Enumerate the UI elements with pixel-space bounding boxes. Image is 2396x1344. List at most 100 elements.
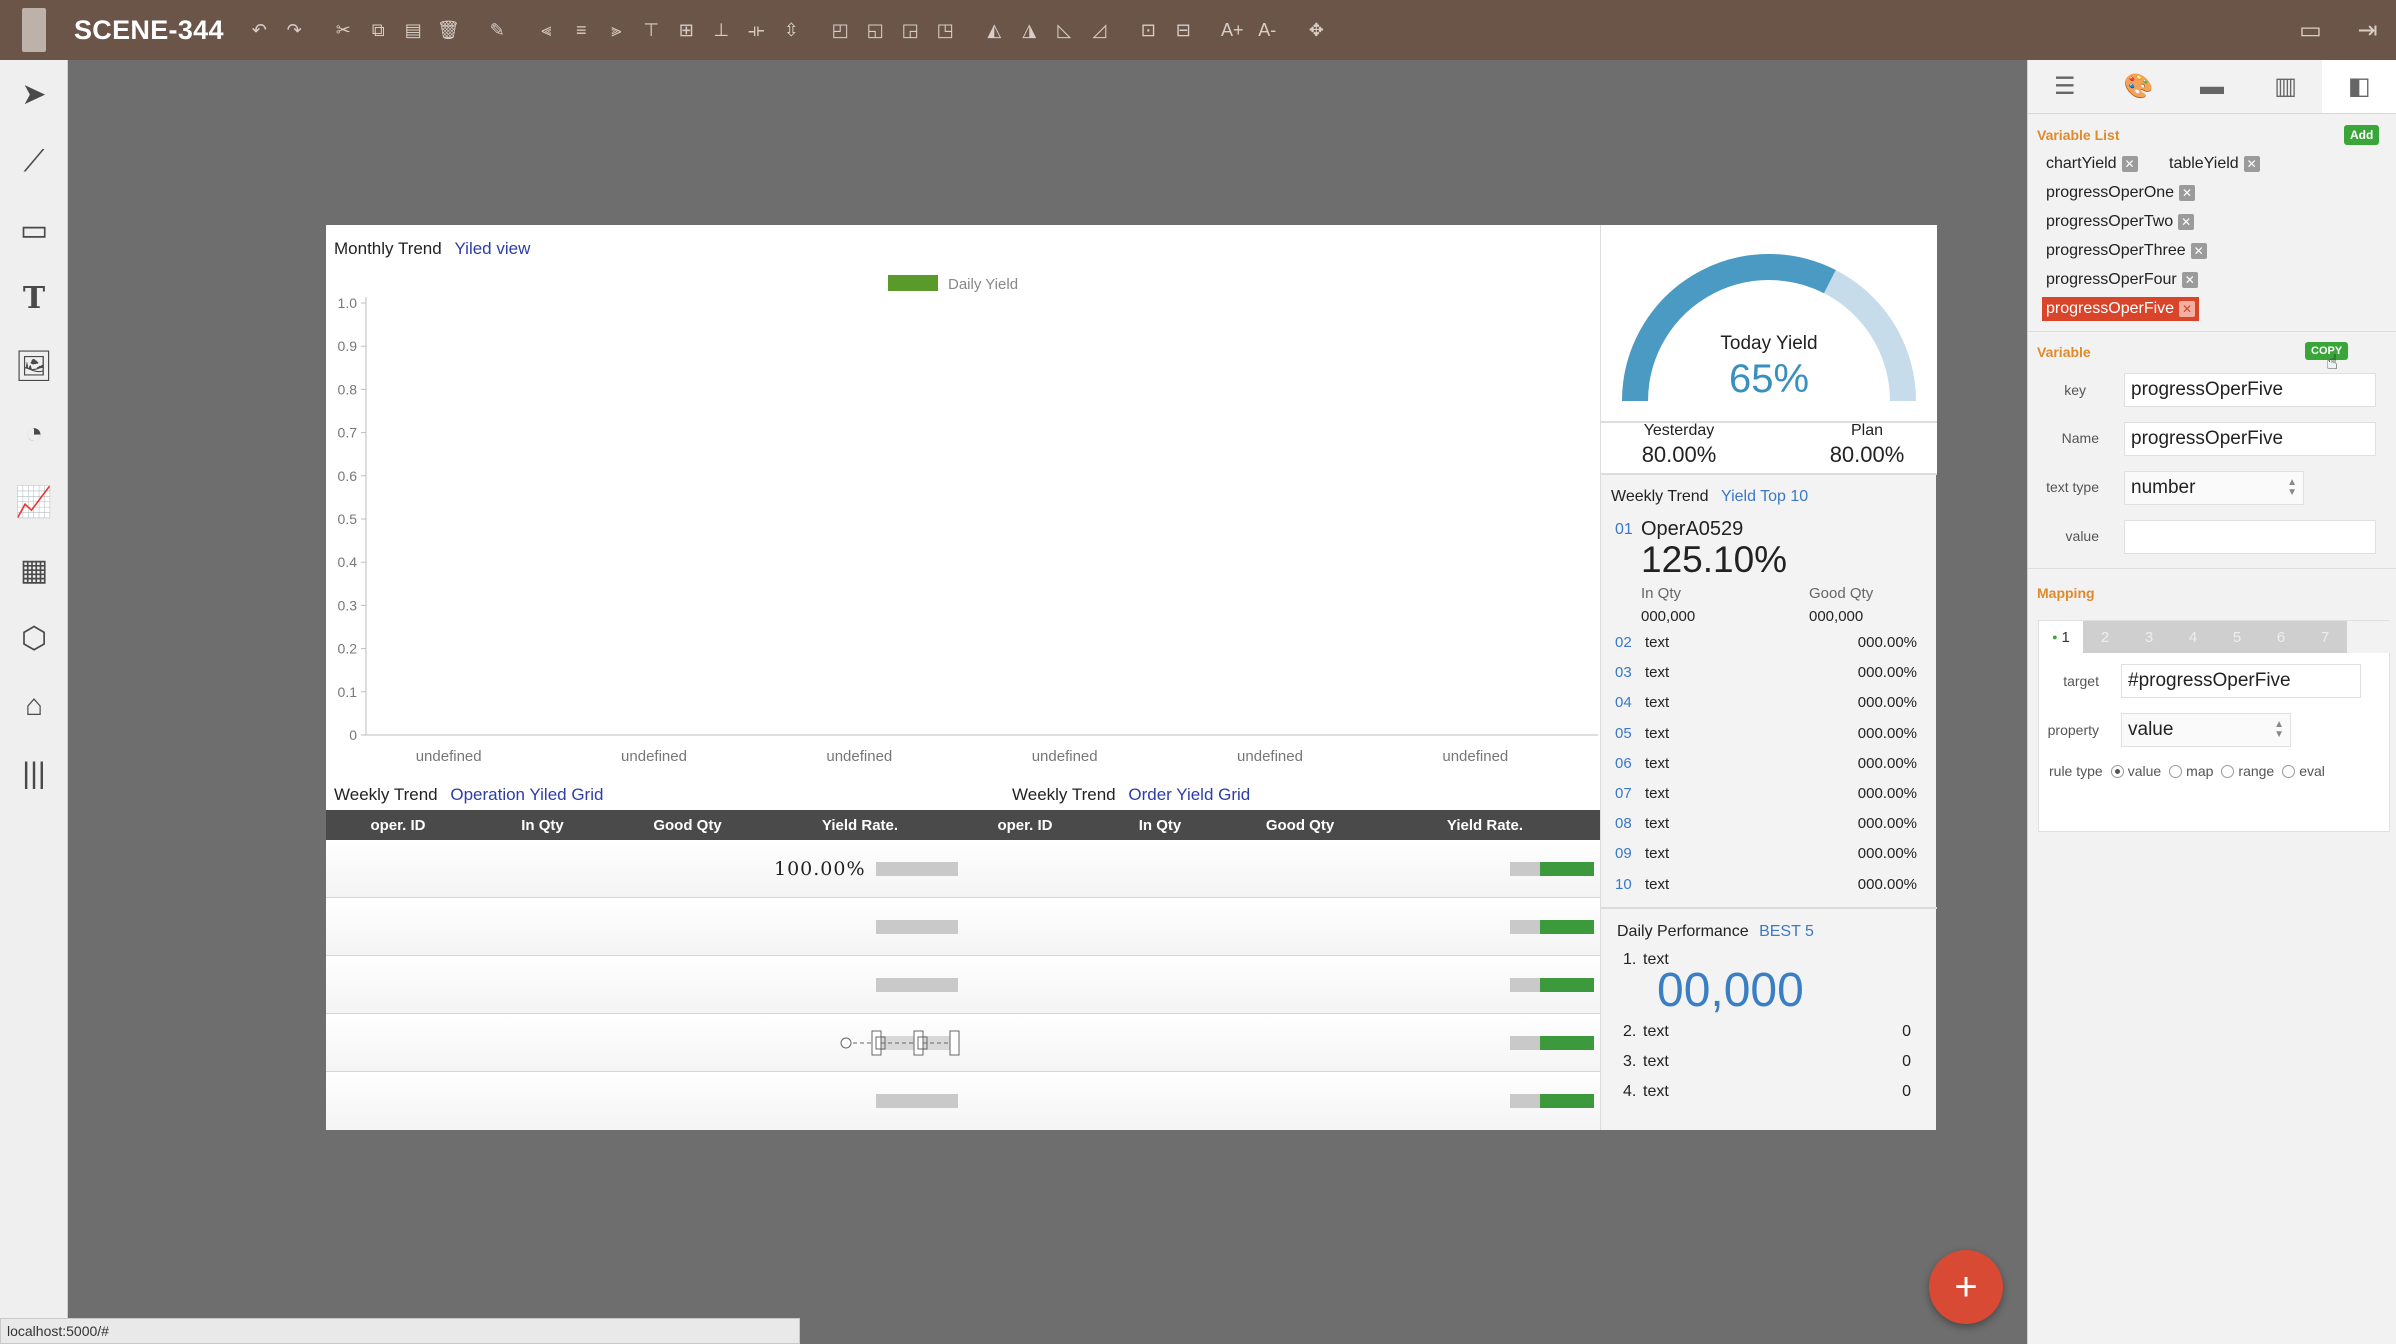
group-icon[interactable]: ⊡: [1131, 13, 1165, 47]
remove-icon[interactable]: ✕: [2179, 301, 2196, 317]
rule-radio-map[interactable]: [2169, 764, 2183, 778]
table-row[interactable]: [326, 1072, 1600, 1130]
value-input[interactable]: [2124, 520, 2376, 554]
list-icon[interactable]: ☰: [2028, 60, 2102, 113]
variable-chip[interactable]: tableYield ✕: [2165, 152, 2264, 176]
remove-icon[interactable]: ✕: [2121, 156, 2138, 172]
table-row[interactable]: [326, 898, 1600, 956]
dashboard-canvas[interactable]: Monthly Trend Yiled view 0 0.1 0.2 0.3 0.4 0.…: [326, 225, 1937, 1130]
remove-icon[interactable]: ✕: [2243, 156, 2260, 172]
col-good-qty-2[interactable]: Good Qty: [1230, 810, 1370, 840]
paste-icon[interactable]: ▤: [396, 13, 430, 47]
select-add-icon[interactable]: ➤: [0, 60, 68, 128]
app-logo[interactable]: [22, 8, 46, 52]
shape-icon[interactable]: ▭: [0, 196, 68, 264]
chart-icon[interactable]: ▥: [2249, 60, 2323, 113]
mapping-tab-5[interactable]: 5: [2215, 621, 2259, 653]
mapping-tab-6[interactable]: 6: [2259, 621, 2303, 653]
mapping-tab-7[interactable]: 7: [2303, 621, 2347, 653]
align-bottom-icon[interactable]: ⊥: [704, 13, 738, 47]
move-icon[interactable]: ✥: [1299, 13, 1333, 47]
variable-chip[interactable]: progressOperTwo ✕: [2042, 210, 2198, 234]
col-in-qty[interactable]: In Qty: [470, 810, 615, 840]
order-grid-link[interactable]: Order Yield Grid: [1128, 785, 1250, 804]
remove-icon[interactable]: ✕: [2178, 214, 2195, 230]
add-fab-button[interactable]: +: [1929, 1250, 2003, 1324]
remove-icon[interactable]: ✕: [2190, 243, 2207, 259]
col-yield-rate[interactable]: Yield Rate.: [760, 810, 960, 840]
exit-icon[interactable]: ⇥: [2340, 13, 2396, 47]
font-decrease-icon[interactable]: A-: [1250, 13, 1284, 47]
delete-icon[interactable]: 🗑: [431, 13, 465, 47]
3d-icon[interactable]: ⬡: [0, 604, 68, 672]
col-oper-id[interactable]: oper. ID: [326, 810, 470, 840]
variable-chip[interactable]: progressOperOne ✕: [2042, 181, 2199, 205]
add-variable-button[interactable]: Add: [2344, 125, 2380, 145]
table-row[interactable]: 100.00%: [326, 840, 1600, 898]
monthly-trend-chart[interactable]: Monthly Trend Yiled view 0 0.1 0.2 0.3 0.4 0.…: [326, 225, 1600, 785]
mapping-tab-3[interactable]: 3: [2127, 621, 2171, 653]
ungroup-icon[interactable]: ⊟: [1166, 13, 1200, 47]
preview-screen-icon[interactable]: ▭: [2283, 13, 2339, 47]
send-back-icon[interactable]: ◳: [928, 13, 962, 47]
property-select[interactable]: value ▲ ▼: [2121, 713, 2291, 747]
key-input[interactable]: [2124, 373, 2376, 407]
table-row[interactable]: [326, 956, 1600, 1014]
send-backward-icon[interactable]: ◲: [893, 13, 927, 47]
align-middle-icon[interactable]: ⊞: [669, 13, 703, 47]
text-icon[interactable]: T: [0, 264, 68, 332]
table-row[interactable]: [326, 1014, 1600, 1072]
align-left-icon[interactable]: ⫷: [529, 13, 563, 47]
text-type-select[interactable]: number ▲ ▼: [2124, 471, 2304, 505]
remove-icon[interactable]: ✕: [2179, 185, 2196, 201]
distribute-vertical-icon[interactable]: ⇳: [774, 13, 808, 47]
warehouse-icon[interactable]: ⌂: [0, 672, 68, 740]
col-oper-id-2[interactable]: oper. ID: [960, 810, 1090, 840]
image-icon[interactable]: 🖼: [0, 332, 68, 400]
mapping-tab-2[interactable]: 2: [2083, 621, 2127, 653]
cut-icon[interactable]: ✂: [326, 13, 360, 47]
bring-forward-icon[interactable]: ◱: [858, 13, 892, 47]
align-center-icon[interactable]: ≡: [564, 13, 598, 47]
align-right-icon[interactable]: ⫸: [599, 13, 633, 47]
rotate-right-icon[interactable]: ◿: [1082, 13, 1116, 47]
rotate-left-icon[interactable]: ◺: [1047, 13, 1081, 47]
palette-icon[interactable]: 🎨: [2102, 60, 2176, 113]
format-painter-icon[interactable]: ✎: [480, 13, 514, 47]
remove-icon[interactable]: ✕: [2181, 272, 2198, 288]
name-input[interactable]: [2124, 422, 2376, 456]
target-input[interactable]: [2121, 664, 2361, 698]
undo-icon[interactable]: ↶: [242, 13, 276, 47]
op-grid-link[interactable]: Operation Yiled Grid: [450, 785, 603, 804]
resize-handles[interactable]: [840, 1026, 962, 1060]
col-yield-rate-2[interactable]: Yield Rate.: [1370, 810, 1600, 840]
property-icon[interactable]: ◧: [2322, 60, 2396, 113]
flip-vertical-icon[interactable]: ◮: [1012, 13, 1046, 47]
copy-icon[interactable]: ⧉: [361, 13, 395, 47]
mapping-tab-4[interactable]: 4: [2171, 621, 2215, 653]
rule-radio-eval[interactable]: [2282, 764, 2296, 778]
chart-icon[interactable]: 📈: [0, 468, 68, 536]
variable-chip[interactable]: progressOperFour ✕: [2042, 268, 2202, 292]
table-icon[interactable]: ▦: [0, 536, 68, 604]
redo-icon[interactable]: ↷: [277, 13, 311, 47]
line-icon[interactable]: ⟋: [0, 128, 68, 196]
variable-chip-selected[interactable]: progressOperFive ✕: [2042, 297, 2200, 321]
align-top-icon[interactable]: ⊤: [634, 13, 668, 47]
flip-horizontal-icon[interactable]: ◭: [977, 13, 1011, 47]
bring-front-icon[interactable]: ◰: [823, 13, 857, 47]
col-good-qty[interactable]: Good Qty: [615, 810, 760, 840]
data-icon[interactable]: ▬: [2175, 60, 2249, 113]
top10-link[interactable]: Yield Top 10: [1721, 488, 1808, 505]
col-in-qty-2[interactable]: In Qty: [1090, 810, 1230, 840]
distribute-horizontal-icon[interactable]: ⟛: [739, 13, 773, 47]
barcode-icon[interactable]: |||: [0, 740, 68, 808]
rule-radio-value[interactable]: [2110, 764, 2124, 778]
daily-perf-link[interactable]: BEST 5: [1759, 923, 1814, 940]
rule-radio-range[interactable]: [2221, 764, 2235, 778]
mapping-tab-1[interactable]: ● 1: [2039, 621, 2083, 653]
variable-chip[interactable]: chartYield ✕: [2042, 152, 2142, 176]
variable-chip[interactable]: progressOperThree ✕: [2042, 239, 2211, 263]
font-increase-icon[interactable]: A+: [1215, 13, 1249, 47]
gauge-icon[interactable]: ◔: [0, 400, 68, 468]
